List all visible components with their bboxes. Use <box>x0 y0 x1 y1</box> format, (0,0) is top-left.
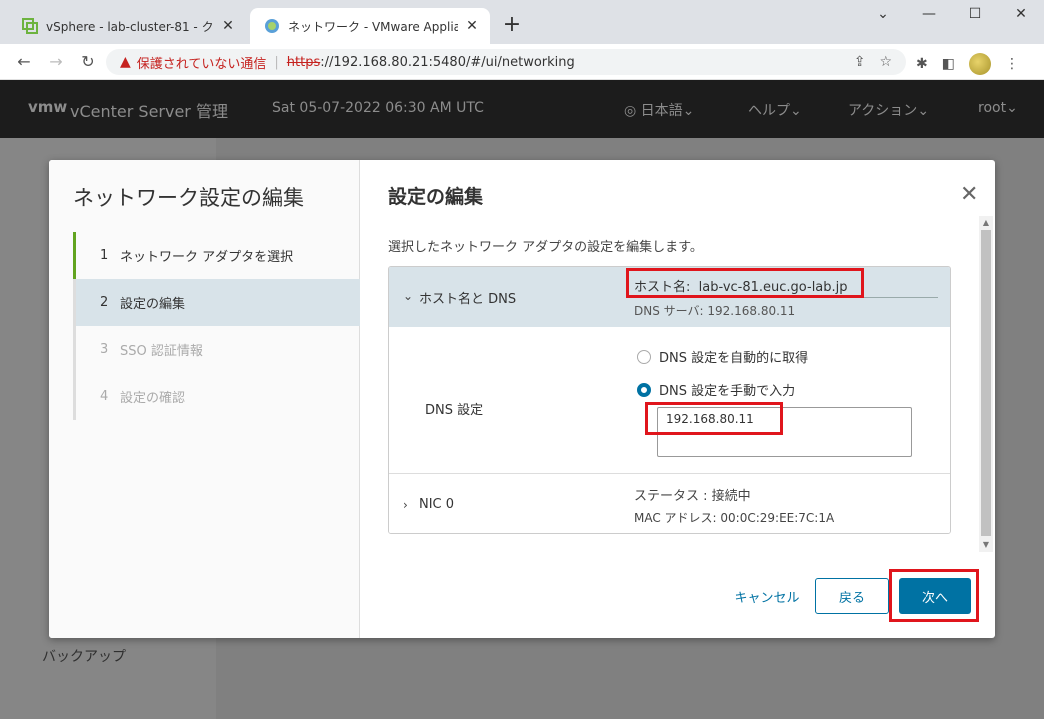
language-menu[interactable]: ◎ 日本語⌄ <box>624 100 694 120</box>
wizard-content: 設定の編集 ✕ 選択したネットワーク アダプタの設定を編集します。 ⌄ ホスト名… <box>361 160 995 638</box>
wizard-steps: 1 ネットワーク アダプタを選択 2 設定の編集 3 SSO 認証情報 4 設定… <box>73 232 360 420</box>
window-close-icon[interactable]: ✕ <box>1006 6 1036 22</box>
globe-icon: ◎ <box>624 103 641 119</box>
dns-settings-label: DNS 設定 <box>425 403 484 418</box>
tab-title: ネットワーク - VMware Appliance M <box>288 19 458 34</box>
content-description: 選択したネットワーク アダプタの設定を編集します。 <box>388 240 703 255</box>
close-icon[interactable]: ✕ <box>220 18 236 34</box>
vmware-logo: vmw <box>28 98 68 116</box>
hostname-underline <box>634 297 938 298</box>
url-scheme: https <box>286 54 321 70</box>
dns-server-summary: DNS サーバ: 192.168.80.11 <box>634 304 796 318</box>
content-scrollbar[interactable]: ▲ ▼ <box>979 216 993 552</box>
chevron-down-icon[interactable]: ⌄ <box>403 289 413 303</box>
scroll-up-icon[interactable]: ▲ <box>979 216 993 230</box>
hostname-line: ホスト名: lab-vc-81.euc.go-lab.jp <box>634 276 848 295</box>
browser-tab-vsphere[interactable]: vSphere - lab-cluster-81 - クイック ✕ <box>8 8 246 44</box>
sidebar-item-backup[interactable]: バックアップ <box>42 646 126 666</box>
wizard-title: ネットワーク設定の編集 <box>73 186 304 210</box>
vsphere-icon <box>22 18 38 34</box>
more-menu-icon[interactable]: ⋮ <box>1005 56 1019 72</box>
vmware-appliance-icon <box>264 18 280 34</box>
forward-arrow-icon[interactable]: → <box>46 52 66 72</box>
nic-mac-address: MAC アドレス: 00:0C:29:EE:7C:1A <box>634 511 835 525</box>
user-menu[interactable]: root⌄ <box>978 100 1018 116</box>
nic-status: ステータス : 接続中 <box>634 489 751 504</box>
browser-tabstrip: vSphere - lab-cluster-81 - クイック ✕ ネットワーク… <box>0 0 1044 44</box>
edit-network-settings-dialog: ネットワーク設定の編集 1 ネットワーク アダプタを選択 2 設定の編集 3 S… <box>49 160 995 638</box>
address-bar[interactable]: ▲ 保護されていない通信 | https ://192.168.80.21:54… <box>106 49 906 75</box>
app-header: vmw vCenter Server 管理 Sat 05-07-2022 06:… <box>0 80 1044 138</box>
share-icon[interactable]: ⇪ <box>854 54 866 70</box>
content-title: 設定の編集 <box>388 186 484 208</box>
side-panel-icon[interactable]: ◧ <box>942 56 955 72</box>
header-datetime: Sat 05-07-2022 06:30 AM UTC <box>272 100 484 116</box>
wizard-step-edit-settings[interactable]: 2 設定の編集 <box>73 279 360 326</box>
extensions-puzzle-icon[interactable]: ✱ <box>916 56 928 72</box>
dns-servers-input[interactable] <box>657 407 912 457</box>
scrollbar-thumb[interactable] <box>981 230 991 536</box>
help-menu[interactable]: ヘルプ⌄ <box>748 100 802 120</box>
profile-avatar[interactable] <box>968 53 991 75</box>
url-text: ://192.168.80.21:5480/#/ui/networking <box>320 54 575 70</box>
bookmark-star-icon[interactable]: ☆ <box>879 54 892 70</box>
radio-on-icon[interactable] <box>637 382 651 397</box>
minimize-icon[interactable]: — <box>914 6 944 22</box>
host-dns-panel-title: ホスト名と DNS <box>419 292 517 307</box>
hostname-value: lab-vc-81.euc.go-lab.jp <box>698 280 848 295</box>
wizard-step-review: 4 設定の確認 <box>73 373 360 420</box>
dns-manual-radio[interactable]: DNS 設定を手動で入力 <box>637 380 795 399</box>
actions-menu[interactable]: アクション⌄ <box>848 100 929 120</box>
back-arrow-icon[interactable]: ← <box>14 52 34 72</box>
browser-toolbar: ← → ↻ ▲ 保護されていない通信 | https ://192.168.80… <box>0 44 1044 80</box>
browser-tab-networking[interactable]: ネットワーク - VMware Appliance M ✕ <box>250 8 490 44</box>
app-title: vCenter Server 管理 <box>70 102 228 121</box>
cancel-button[interactable]: キャンセル <box>731 578 803 614</box>
nic0-panel-title: NIC 0 <box>419 497 455 512</box>
wizard-step-sso-credentials: 3 SSO 認証情報 <box>73 326 360 373</box>
next-button[interactable]: 次へ <box>899 578 971 614</box>
back-button[interactable]: 戻る <box>815 578 889 614</box>
host-dns-panel-header[interactable]: ⌄ ホスト名と DNS ホスト名: lab-vc-81.euc.go-lab.j… <box>389 267 950 327</box>
settings-accordion: ⌄ ホスト名と DNS ホスト名: lab-vc-81.euc.go-lab.j… <box>388 266 951 534</box>
scroll-down-icon[interactable]: ▼ <box>979 538 993 552</box>
tab-title: vSphere - lab-cluster-81 - クイック <box>46 19 214 34</box>
maximize-icon[interactable]: ☐ <box>960 6 990 22</box>
host-dns-panel-body: DNS 設定 DNS 設定を自動的に取得 DNS 設定を手動で入力 <box>389 327 950 474</box>
hostname-label: ホスト名: <box>634 280 691 295</box>
warning-triangle-icon[interactable]: ▲ <box>120 54 131 70</box>
address-separator: | <box>274 54 279 70</box>
dns-auto-radio[interactable]: DNS 設定を自動的に取得 <box>637 347 808 366</box>
dialog-close-icon[interactable]: ✕ <box>960 184 978 206</box>
new-tab-button[interactable]: + <box>500 14 524 38</box>
close-icon[interactable]: ✕ <box>464 18 480 34</box>
radio-off-icon[interactable] <box>637 349 651 364</box>
chevron-right-icon[interactable]: › <box>403 498 408 512</box>
wizard-nav: ネットワーク設定の編集 1 ネットワーク アダプタを選択 2 設定の編集 3 S… <box>49 160 360 638</box>
reload-icon[interactable]: ↻ <box>78 52 98 72</box>
nic0-panel-header[interactable]: › NIC 0 ステータス : 接続中 MAC アドレス: 00:0C:29:E… <box>389 474 950 533</box>
wizard-step-select-adapter[interactable]: 1 ネットワーク アダプタを選択 <box>73 232 360 279</box>
not-secure-label[interactable]: 保護されていない通信 <box>137 53 267 72</box>
tab-search-chevron-icon[interactable]: ⌄ <box>868 6 898 22</box>
